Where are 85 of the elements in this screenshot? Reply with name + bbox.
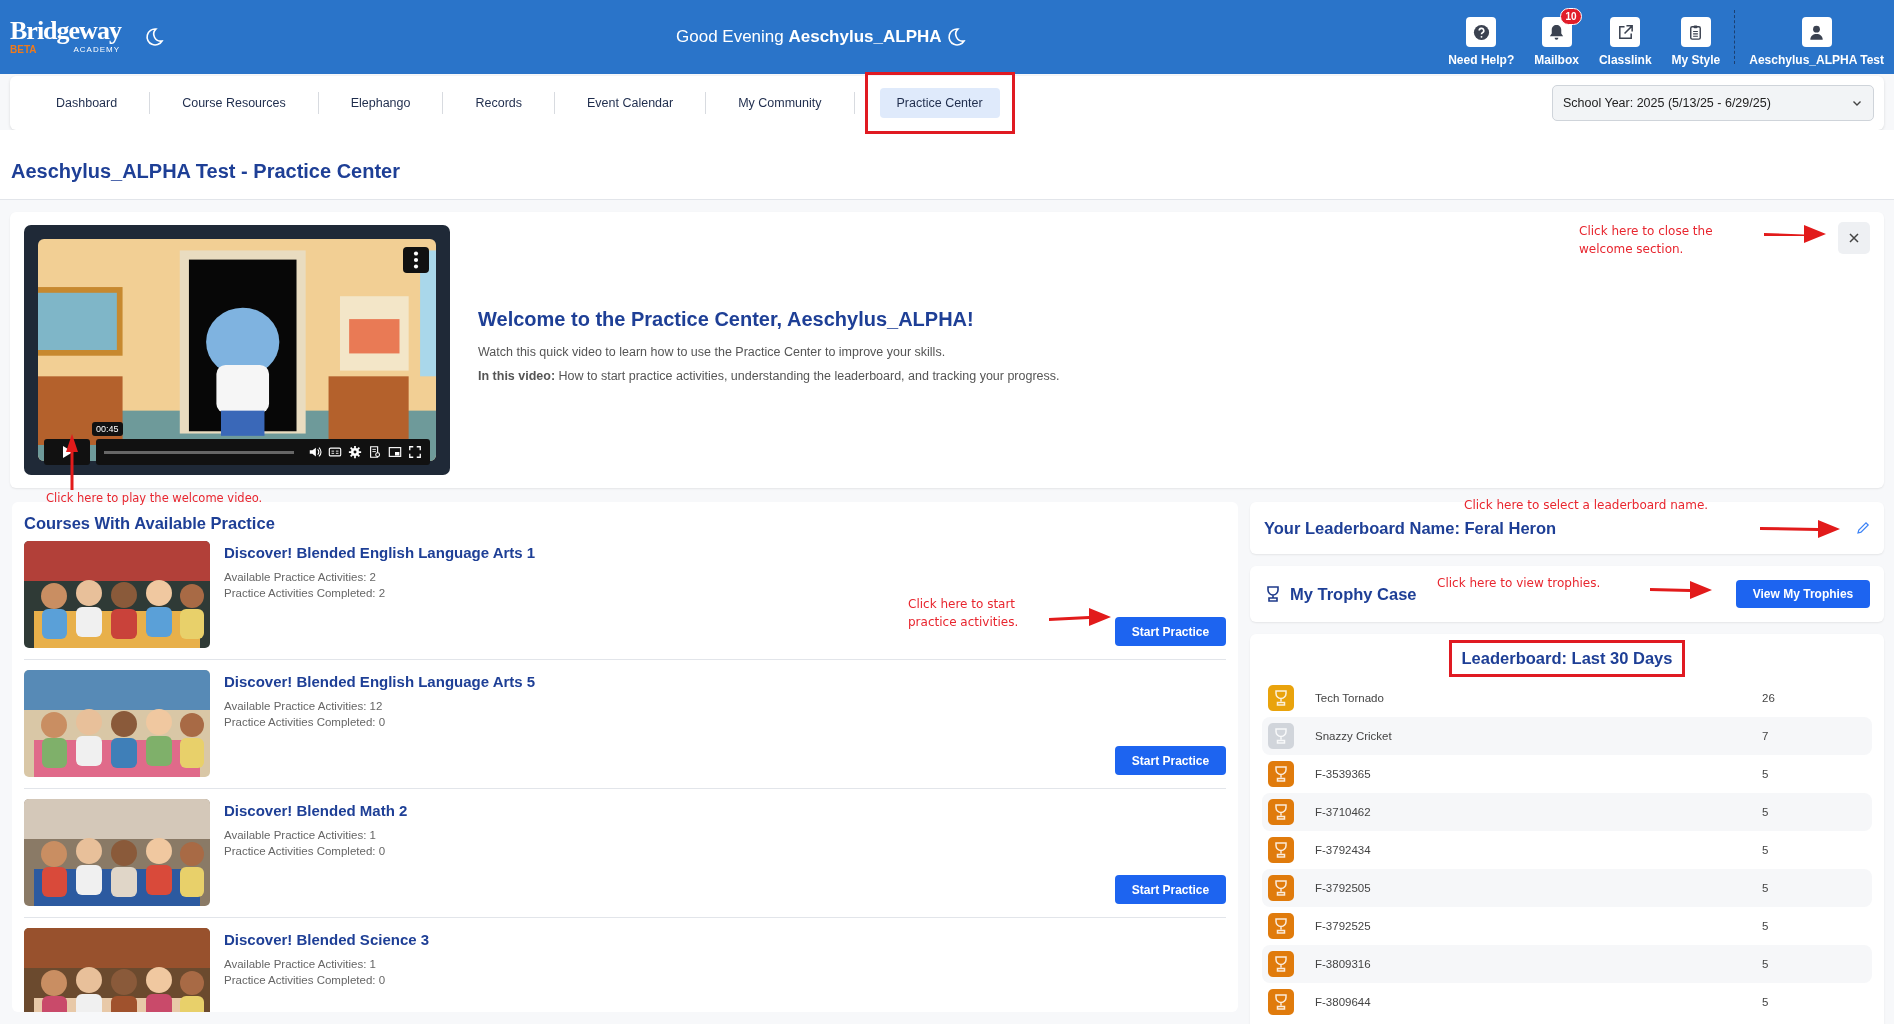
course-title-link[interactable]: Discover! Blended English Language Arts 5 bbox=[224, 673, 536, 690]
section-heading: Courses With Available Practice bbox=[24, 514, 276, 533]
completed-activities: Practice Activities Completed: 0 bbox=[224, 845, 387, 857]
header-action-button[interactable]: 10 Mailbox bbox=[1524, 7, 1589, 67]
start-practice-button[interactable]: Start Practice bbox=[1115, 746, 1226, 775]
help-icon bbox=[1471, 22, 1491, 42]
moon-icon bbox=[945, 27, 966, 47]
course-title-link[interactable]: Discover! Blended Math 2 bbox=[224, 802, 408, 819]
logo-subtitle: ACADEMY bbox=[73, 45, 120, 56]
available-activities: Available Practice Activities: 2 bbox=[224, 571, 377, 583]
moon-icon bbox=[144, 27, 164, 47]
header-action-button[interactable]: Classlink bbox=[1588, 7, 1662, 67]
completed-activities: Practice Activities Completed: 0 bbox=[224, 716, 387, 728]
video-player[interactable]: 00:45 bbox=[24, 225, 450, 475]
edit-icon[interactable] bbox=[1856, 521, 1870, 535]
player-score: 5 bbox=[1762, 958, 1769, 970]
time-tooltip: 00:45 bbox=[92, 422, 123, 436]
nav-tab[interactable]: Records bbox=[458, 88, 539, 118]
player-score: 26 bbox=[1762, 692, 1775, 704]
player-name: F-3792525 bbox=[1315, 920, 1372, 932]
player-score: 5 bbox=[1762, 806, 1769, 818]
leaderboard-name: Your Leaderboard Name: Feral Heron bbox=[1264, 518, 1557, 538]
start-practice-button[interactable]: Start Practice bbox=[1115, 875, 1226, 904]
player-name: F-3792505 bbox=[1315, 882, 1372, 894]
beta-tag: BETA bbox=[10, 44, 55, 56]
annotation-note: Click here to close the welcome section. bbox=[1579, 223, 1714, 258]
start-practice-button[interactable]: Start Practice bbox=[1115, 617, 1226, 646]
leaderboard-title: Leaderboard: Last 30 Days bbox=[1448, 640, 1686, 677]
fullscreen-icon[interactable] bbox=[408, 445, 422, 459]
player-name: F-3809644 bbox=[1315, 996, 1372, 1008]
notification-badge: 10 bbox=[1560, 8, 1582, 25]
view-trophies-button[interactable]: View My Trophies bbox=[1736, 580, 1870, 608]
nav-tab[interactable]: Event Calendar bbox=[570, 88, 691, 118]
close-icon bbox=[1848, 232, 1860, 244]
annotation-note: Click here to select a leaderboard name. bbox=[1464, 497, 1709, 514]
player-name: Snazzy Cricket bbox=[1315, 730, 1393, 742]
picture-in-picture-icon[interactable] bbox=[388, 445, 402, 459]
completed-activities: Practice Activities Completed: 0 bbox=[224, 974, 387, 986]
player-score: 7 bbox=[1762, 730, 1769, 742]
player-name: Tech Tornado bbox=[1315, 692, 1385, 704]
header-action-button[interactable]: Need Help? bbox=[1438, 7, 1525, 67]
player-score: 5 bbox=[1762, 882, 1769, 894]
available-activities: Available Practice Activities: 12 bbox=[224, 700, 384, 712]
available-activities: Available Practice Activities: 1 bbox=[224, 958, 377, 970]
welcome-text: Watch this quick video to learn how to use the Practice Center to improve your skills. bbox=[478, 344, 947, 359]
player-name: F-3809316 bbox=[1315, 958, 1372, 970]
more-icon[interactable] bbox=[403, 247, 429, 273]
player-name: F-3539365 bbox=[1315, 768, 1372, 780]
player-score: 5 bbox=[1762, 844, 1769, 856]
nav-tab[interactable]: Course Resources bbox=[165, 88, 303, 118]
greeting: Good Evening Aeschylus_ALPHA bbox=[676, 27, 942, 47]
nav-tab[interactable]: Dashboard bbox=[39, 88, 135, 118]
video-description: In this video: How to start practice activities, understanding the leaderboard, and tracking your progress. bbox=[478, 368, 1060, 383]
trophy-case-title: My Trophy Case bbox=[1290, 584, 1417, 604]
player-score: 5 bbox=[1762, 996, 1769, 1008]
course-title-link[interactable]: Discover! Blended English Language Arts 1 bbox=[224, 544, 536, 561]
page-title: Aeschylus_ALPHA Test - Practice Center bbox=[0, 130, 1894, 200]
volume-icon[interactable] bbox=[308, 445, 322, 459]
school-year-select[interactable]: School Year: 2025 (5/13/25 - 6/29/25) bbox=[1552, 85, 1874, 121]
annotation-arrow bbox=[1049, 605, 1111, 629]
nav-tab[interactable]: Practice Center bbox=[879, 88, 1000, 118]
player-name: F-3710462 bbox=[1315, 806, 1372, 818]
welcome-heading: Welcome to the Practice Center, Aeschylus_ALPHA! bbox=[478, 307, 975, 331]
captions-icon[interactable] bbox=[328, 445, 342, 459]
nav-tab[interactable]: My Community bbox=[721, 88, 839, 118]
annotation-note: Click here to start practice activities. bbox=[908, 596, 1020, 631]
header-action-button[interactable]: My Style bbox=[1661, 7, 1731, 67]
progress-track[interactable] bbox=[104, 450, 294, 454]
available-activities: Available Practice Activities: 1 bbox=[224, 829, 377, 841]
annotation-note: Click here to view trophies. bbox=[1437, 575, 1601, 592]
player-score: 5 bbox=[1762, 920, 1769, 932]
player-score: 5 bbox=[1762, 768, 1769, 780]
annotation-arrow bbox=[1650, 578, 1712, 602]
nav-tab[interactable]: Elephango bbox=[333, 88, 428, 118]
transcript-icon[interactable] bbox=[368, 445, 382, 459]
profile-button[interactable]: Aeschylus_ALPHA Test bbox=[1739, 7, 1884, 67]
close-button[interactable] bbox=[1838, 222, 1870, 254]
settings-icon[interactable] bbox=[348, 445, 362, 459]
annotation-arrow bbox=[65, 434, 79, 490]
trophy-icon bbox=[1264, 585, 1282, 603]
annotation-note: Click here to play the welcome video. bbox=[46, 490, 263, 507]
completed-activities: Practice Activities Completed: 2 bbox=[224, 587, 387, 599]
course-title-link[interactable]: Discover! Blended Science 3 bbox=[224, 931, 430, 948]
player-name: F-3792434 bbox=[1315, 844, 1372, 856]
annotation-arrow bbox=[1764, 222, 1826, 246]
